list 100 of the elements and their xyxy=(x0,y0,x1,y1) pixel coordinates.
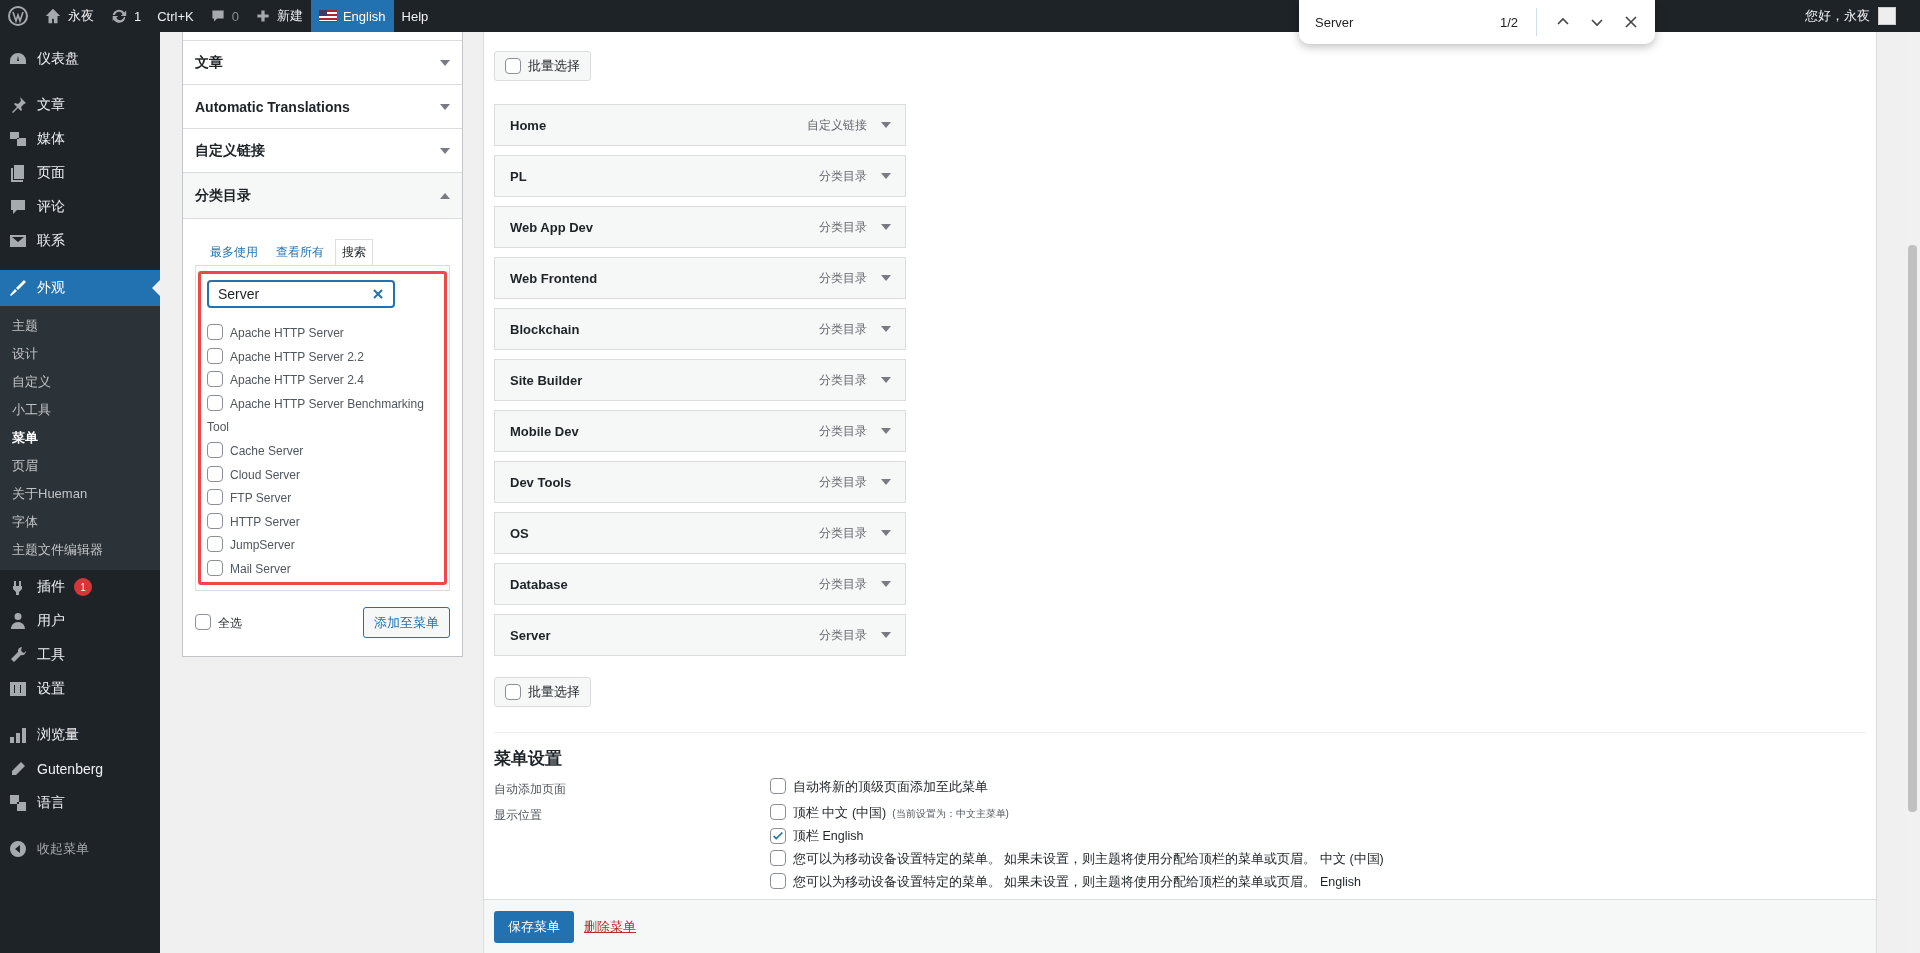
collapse-arrow-icon xyxy=(440,191,450,200)
submenu-item[interactable]: 页眉 xyxy=(0,452,160,480)
menu-item[interactable]: OS 分类目录 xyxy=(494,512,906,554)
sidebar-item[interactable]: 文章 xyxy=(0,88,160,122)
tab[interactable]: 最多使用 xyxy=(203,239,265,265)
expand-arrow-icon[interactable] xyxy=(881,580,891,588)
submenu-item[interactable]: 字体 xyxy=(0,508,160,536)
match-count: 1/2 xyxy=(1499,14,1518,30)
sidebar-item[interactable]: 设置 xyxy=(0,672,160,706)
category-option[interactable]: HTTP Server xyxy=(207,510,433,535)
menu-item[interactable]: Web Frontend 分类目录 xyxy=(494,257,906,299)
updates-link[interactable]: 1 xyxy=(102,0,150,32)
section-heading: 菜单设置 xyxy=(494,748,563,770)
expand-arrow-icon[interactable] xyxy=(881,223,891,231)
auto-add-checkbox[interactable]: 自动将新的顶级页面添加至此菜单 xyxy=(770,778,988,797)
tab[interactable]: 查看所有 xyxy=(269,239,331,265)
brush-icon xyxy=(8,278,28,298)
scrollbar-thumb[interactable] xyxy=(1908,245,1917,812)
sidebar-item[interactable]: 联系 xyxy=(0,224,160,258)
submenu-item[interactable]: 主题文件编辑器 xyxy=(0,536,160,564)
submenu-item[interactable]: 主题 xyxy=(0,312,160,340)
sidebar-item[interactable]: 用户 xyxy=(0,604,160,638)
sidebar-item[interactable]: 语言 xyxy=(0,786,160,820)
collapse-menu[interactable]: 收起菜单 xyxy=(0,832,160,866)
category-option[interactable]: Cache Server xyxy=(207,439,433,464)
checkmark-icon xyxy=(771,829,785,843)
save-menu-button[interactable]: 保存菜单 xyxy=(494,910,574,943)
sidebar-item[interactable]: 浏览量 xyxy=(0,718,160,752)
expand-arrow-icon[interactable] xyxy=(881,121,891,129)
expand-arrow-icon[interactable] xyxy=(881,427,891,435)
sidebar-item[interactable]: 页面 xyxy=(0,156,160,190)
update-count: 1 xyxy=(74,578,92,596)
expand-arrow-icon xyxy=(440,146,450,155)
sidebar-item[interactable]: 仪表盘 xyxy=(0,42,160,76)
menu-item[interactable]: Web App Dev 分类目录 xyxy=(494,206,906,248)
expand-arrow-icon[interactable] xyxy=(881,529,891,537)
expand-arrow-icon[interactable] xyxy=(881,478,891,486)
sidebar-item[interactable]: 评论 xyxy=(0,190,160,224)
toolbar-link[interactable]: Help xyxy=(393,0,437,32)
submenu-item[interactable]: 自定义 xyxy=(0,368,160,396)
submenu-item[interactable]: 菜单 xyxy=(0,424,160,452)
select-all-checkbox[interactable]: 全选 xyxy=(195,613,242,632)
category-option[interactable]: Apache HTTP Server 2.2 xyxy=(207,345,433,370)
sidebar-item[interactable]: 媒体 xyxy=(0,122,160,156)
expand-arrow-icon[interactable] xyxy=(881,274,891,282)
category-option[interactable]: Apache HTTP Server 2.4 xyxy=(207,369,433,393)
expand-arrow-icon[interactable] xyxy=(881,325,891,333)
sliders-icon xyxy=(8,679,28,699)
location-checkbox[interactable]: 顶栏 中文 (中国) (当前设置为：中文主菜单) xyxy=(770,804,1384,823)
category-option[interactable]: Apache HTTP Server Benchmarking Tool xyxy=(207,392,433,440)
sidebar-item[interactable]: 插件 1 xyxy=(0,570,160,604)
comments-link[interactable]: 0 xyxy=(201,0,247,32)
comment-icon xyxy=(209,8,226,24)
accordion-header[interactable]: Automatic Translations xyxy=(183,85,462,129)
add-to-menu-button[interactable]: 添加至菜单 xyxy=(363,607,450,638)
bulk-select-checkbox[interactable]: 批量选择 xyxy=(494,51,591,81)
category-option[interactable]: Cloud Server xyxy=(207,463,433,488)
bulk-select-checkbox[interactable]: 批量选择 xyxy=(494,677,591,707)
toolbar-link[interactable]: Ctrl+K xyxy=(149,0,202,32)
location-checkbox[interactable]: 您可以为移动设备设置特定的菜单。 如果未设置，则主题将使用分配给顶栏的菜单或页眉。 中文 (中国) xyxy=(770,850,1384,869)
menu-item[interactable]: Blockchain 分类目录 xyxy=(494,308,906,350)
clear-icon[interactable] xyxy=(372,288,384,300)
expand-arrow-icon[interactable] xyxy=(881,376,891,384)
new-link[interactable]: 新建 xyxy=(246,0,311,32)
bar-chart-icon xyxy=(8,725,28,745)
home-link[interactable]: 永夜 xyxy=(36,0,102,32)
menu-item[interactable]: Server 分类目录 xyxy=(494,614,906,656)
category-option[interactable]: FTP Server xyxy=(207,487,433,511)
accordion-header[interactable]: 分类目录 xyxy=(183,173,462,219)
menu-item[interactable]: Mobile Dev 分类目录 xyxy=(494,410,906,452)
home-icon xyxy=(44,7,62,25)
greeting[interactable]: 您好，永夜 xyxy=(1797,7,1878,25)
find-query[interactable]: Server xyxy=(1315,14,1482,30)
menu-item[interactable]: Home 自定义链接 xyxy=(494,104,906,146)
category-option[interactable]: Apache HTTP Server xyxy=(207,322,433,346)
category-option[interactable]: Mail Server xyxy=(207,557,433,582)
submenu-item[interactable]: 设计 xyxy=(0,340,160,368)
setting-label: 自动添加页面 xyxy=(494,781,567,798)
close-icon[interactable] xyxy=(1623,14,1639,30)
tab[interactable]: 搜索 xyxy=(335,239,373,265)
delete-menu-link[interactable]: 删除菜单 xyxy=(584,917,636,936)
sidebar-item[interactable]: 工具 xyxy=(0,638,160,672)
location-checkbox[interactable]: 您可以为移动设备设置特定的菜单。 如果未设置，则主题将使用分配给顶栏的菜单或页眉。 English xyxy=(770,873,1384,892)
sidebar-item[interactable]: Gutenberg xyxy=(0,752,160,786)
menu-item[interactable]: Database 分类目录 xyxy=(494,563,906,605)
expand-arrow-icon[interactable] xyxy=(881,172,891,180)
category-option[interactable]: JumpServer xyxy=(207,534,433,558)
menu-item[interactable]: Site Builder 分类目录 xyxy=(494,359,906,401)
accordion-header[interactable]: 文章 xyxy=(183,41,462,85)
search-field[interactable]: Server xyxy=(207,280,395,308)
location-checkbox[interactable]: 顶栏 English xyxy=(770,827,1384,846)
expand-arrow-icon[interactable] xyxy=(881,631,891,639)
submenu-item[interactable]: 关于Hueman xyxy=(0,480,160,508)
menu-item[interactable]: PL 分类目录 xyxy=(494,155,906,197)
user-icon xyxy=(8,611,28,631)
language-switcher[interactable]: English xyxy=(310,0,394,32)
collapse-icon xyxy=(8,839,28,859)
menu-item[interactable]: Dev Tools 分类目录 xyxy=(494,461,906,503)
submenu-item[interactable]: 小工具 xyxy=(0,396,160,424)
sidebar-item[interactable]: 外观 xyxy=(0,270,160,306)
